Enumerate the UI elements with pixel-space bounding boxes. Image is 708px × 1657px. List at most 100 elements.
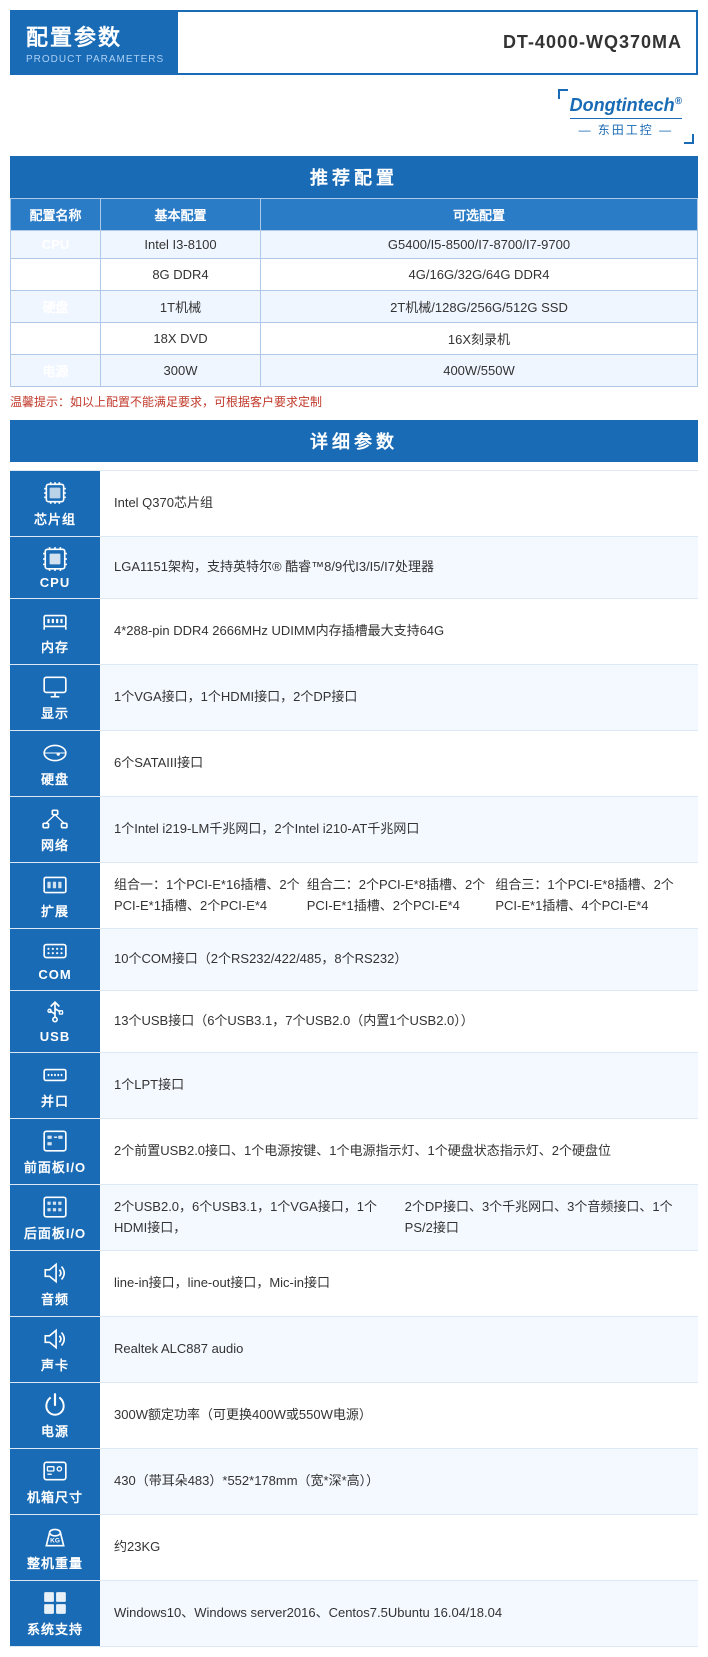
detail-icon-label: 扩展 <box>10 863 100 928</box>
detail-value-text: Intel Q370芯片组 <box>100 471 698 536</box>
detail-row: 硬盘 6个SATAIII接口 <box>10 731 698 797</box>
detail-icon-label: 音频 <box>10 1251 100 1316</box>
frontio-icon <box>41 1127 69 1155</box>
cpu-icon <box>41 545 69 573</box>
detail-icon-label: 硬盘 <box>10 731 100 796</box>
col-header-name: 配置名称 <box>11 199 101 231</box>
ram-icon <box>41 607 69 635</box>
page-title-zh: 配置参数 <box>26 20 164 52</box>
detail-icon-label: USB <box>10 991 100 1052</box>
brand-logo: Dongtintech® — 东田工控 — <box>558 89 694 144</box>
logo-area: Dongtintech® — 东田工控 — <box>0 81 708 148</box>
warm-tip: 温馨提示：如以上配置不能满足要求，可根据客户要求定制 <box>10 393 698 410</box>
table-row: 内存8G DDR44G/16G/32G/64G DDR4 <box>11 259 698 291</box>
detail-row: 电源300W额定功率（可更换400W或550W电源） <box>10 1383 698 1449</box>
detail-label-text: 芯片组 <box>34 509 76 528</box>
detail-value-text: 1个LPT接口 <box>100 1053 698 1118</box>
row-optional: G5400/I5-8500/I7-8700/I7-9700 <box>261 231 698 259</box>
detail-icon-label: 显示 <box>10 665 100 730</box>
logo-sub: — 东田工控 — <box>570 118 682 138</box>
detail-value-text: LGA1151架构，支持英特尔® 酷睿™8/9代I3/I5/I7处理器 <box>100 537 698 598</box>
detail-row: KG 整机重量约23KG <box>10 1515 698 1581</box>
detail-icon-label: 系统支持 <box>10 1581 100 1646</box>
detail-value-text: 10个COM接口（2个RS232/422/485，8个RS232） <box>100 929 698 990</box>
detail-section-title: 详细参数 <box>10 420 698 462</box>
detail-label-text: 音频 <box>41 1289 69 1308</box>
detail-row: 芯片组 Intel Q370芯片组 <box>10 470 698 537</box>
row-basic: 8G DDR4 <box>101 259 261 291</box>
header: 配置参数 PRODUCT PARAMETERS DT-4000-WQ370MA <box>10 10 698 75</box>
row-optional: 16X刻录机 <box>261 323 698 355</box>
detail-row: 扩展 组合一：1个PCI-E*16插槽、2个PCI-E*1插槽、2个PCI-E*4… <box>10 863 698 929</box>
detail-value-text: 约23KG <box>100 1515 698 1580</box>
row-basic: Intel I3-8100 <box>101 231 261 259</box>
row-label: CPU <box>11 231 101 259</box>
detail-label-text: USB <box>40 1029 70 1044</box>
detail-label-text: 后面板I/O <box>24 1223 86 1242</box>
detail-label-text: 机箱尺寸 <box>27 1487 83 1506</box>
detail-value-text: 组合一：1个PCI-E*16插槽、2个PCI-E*1插槽、2个PCI-E*4组合… <box>100 863 698 928</box>
detail-label-text: 并口 <box>41 1091 69 1110</box>
detail-label-text: 显示 <box>41 703 69 722</box>
detail-icon-label: 并口 <box>10 1053 100 1118</box>
detail-value-text: 4*288-pin DDR4 2666MHz UDIMM内存插槽最大支持64G <box>100 599 698 664</box>
usb-icon <box>41 999 69 1027</box>
detail-value-text: line-in接口，line-out接口，Mic-in接口 <box>100 1251 698 1316</box>
network-icon <box>41 805 69 833</box>
detail-row: 并口 1个LPT接口 <box>10 1053 698 1119</box>
recommended-table: 配置名称 基本配置 可选配置 CPUIntel I3-8100G5400/I5-… <box>10 198 698 387</box>
row-optional: 400W/550W <box>261 355 698 387</box>
hdd-icon <box>41 739 69 767</box>
detail-label-text: COM <box>38 967 71 982</box>
table-row: 硬盘1T机械2T机械/128G/256G/512G SSD <box>11 291 698 323</box>
col-header-optional: 可选配置 <box>261 199 698 231</box>
table-header-row: 配置名称 基本配置 可选配置 <box>11 199 698 231</box>
detail-value-text: Windows10、Windows server2016、Centos7.5Ub… <box>100 1581 698 1646</box>
detail-icon-label: 前面板I/O <box>10 1119 100 1184</box>
detail-icon-label: COM <box>10 929 100 990</box>
os-icon <box>41 1589 69 1617</box>
logo-text: Dongtintech® <box>570 95 682 116</box>
detail-label-text: 扩展 <box>41 901 69 920</box>
header-left: 配置参数 PRODUCT PARAMETERS <box>12 12 178 73</box>
power-icon <box>41 1391 69 1419</box>
table-row: CPUIntel I3-8100G5400/I5-8500/I7-8700/I7… <box>11 231 698 259</box>
detail-row: USB13个USB接口（6个USB3.1，7个USB2.0（内置1个USB2.0… <box>10 991 698 1053</box>
weight-icon: KG <box>41 1523 69 1551</box>
detail-row: 后面板I/O2个USB2.0，6个USB3.1，1个VGA接口，1个HDMI接口… <box>10 1185 698 1251</box>
detail-row: 内存 4*288-pin DDR4 2666MHz UDIMM内存插槽最大支持64… <box>10 599 698 665</box>
detail-label-text: 内存 <box>41 637 69 656</box>
detail-row: 系统支持 Windows10、Windows server2016、Centos7… <box>10 1581 698 1647</box>
detail-icon-label: 内存 <box>10 599 100 664</box>
com-icon <box>41 937 69 965</box>
parallel-icon <box>41 1061 69 1089</box>
col-header-basic: 基本配置 <box>101 199 261 231</box>
detail-row: 显示 1个VGA接口，1个HDMI接口，2个DP接口 <box>10 665 698 731</box>
detail-label-text: 整机重量 <box>27 1553 83 1572</box>
detail-section: 芯片组Intel Q370芯片组CPULGA1151架构，支持英特尔® 酷睿™8… <box>10 470 698 1647</box>
detail-value-text: 6个SATAIII接口 <box>100 731 698 796</box>
reario-icon <box>41 1193 69 1221</box>
detail-icon-label: 声卡 <box>10 1317 100 1382</box>
model-number: DT-4000-WQ370MA <box>503 32 682 53</box>
detail-value-text: 430（带耳朵483）*552*178mm（宽*深*高）） <box>100 1449 698 1514</box>
detail-value-text: 2个前置USB2.0接口、1个电源按键、1个电源指示灯、1个硬盘状态指示灯、2个… <box>100 1119 698 1184</box>
audio-icon <box>41 1259 69 1287</box>
detail-row: 机箱尺寸 430（带耳朵483）*552*178mm（宽*深*高）） <box>10 1449 698 1515</box>
detail-icon-label: KG 整机重量 <box>10 1515 100 1580</box>
row-basic: 1T机械 <box>101 291 261 323</box>
detail-row: 声卡Realtek ALC887 audio <box>10 1317 698 1383</box>
detail-label-text: 系统支持 <box>27 1619 83 1638</box>
detail-label-text: 硬盘 <box>41 769 69 788</box>
svg-text:KG: KG <box>50 1537 60 1544</box>
detail-label-text: 网络 <box>41 835 69 854</box>
detail-icon-label: 后面板I/O <box>10 1185 100 1250</box>
detail-icon-label: 机箱尺寸 <box>10 1449 100 1514</box>
detail-value-text: 1个VGA接口，1个HDMI接口，2个DP接口 <box>100 665 698 730</box>
detail-row: 音频 line-in接口，line-out接口，Mic-in接口 <box>10 1251 698 1317</box>
table-row: 电源300W400W/550W <box>11 355 698 387</box>
chassis-icon <box>41 1457 69 1485</box>
detail-label-text: 声卡 <box>41 1355 69 1374</box>
detail-icon-label: 芯片组 <box>10 471 100 536</box>
header-right: DT-4000-WQ370MA <box>178 12 696 73</box>
